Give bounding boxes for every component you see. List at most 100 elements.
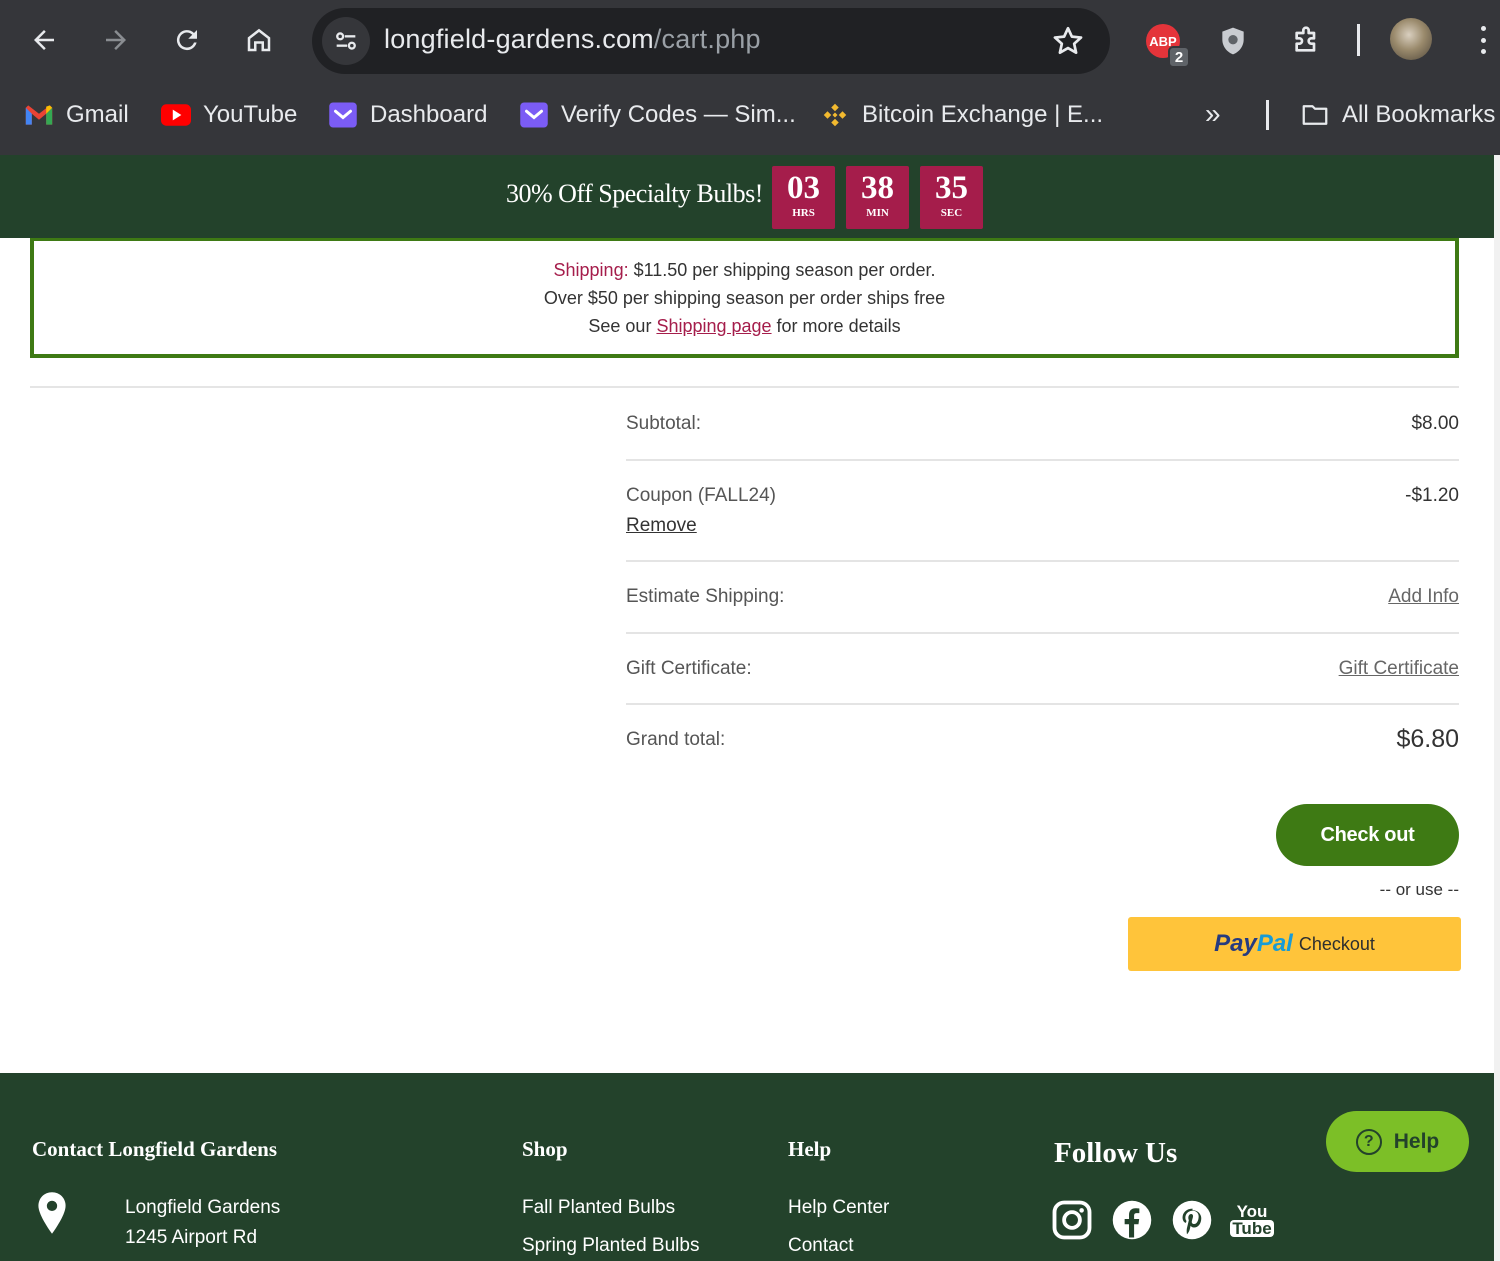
- pinterest-link[interactable]: [1170, 1198, 1214, 1242]
- question-icon: ?: [1355, 1128, 1382, 1155]
- coupon-value: -$1.20: [1405, 485, 1459, 506]
- paypal-logo-pal: Pal: [1256, 930, 1293, 957]
- countdown-minutes: 38 MIN: [846, 166, 909, 229]
- shipping-line-3: See our Shipping page for more details: [588, 316, 901, 336]
- site-footer: Contact Longfield Gardens Longfield Gard…: [0, 1073, 1500, 1261]
- url-text[interactable]: longfield-gardens.com/cart.php: [384, 24, 761, 55]
- help-widget-button[interactable]: ? Help: [1326, 1111, 1469, 1172]
- divider: [626, 632, 1459, 634]
- profile-avatar[interactable]: [1390, 18, 1432, 60]
- countdown-hours: 03 HRS: [772, 166, 835, 229]
- site-info-button[interactable]: [322, 17, 370, 65]
- facebook-link[interactable]: [1110, 1198, 1154, 1242]
- footer-link-spring-bulbs[interactable]: Spring Planted Bulbs: [522, 1235, 699, 1257]
- promo-banner: 30% Off Specialty Bulbs! 03 HRS 38 MIN 3…: [0, 155, 1494, 238]
- footer-link-help-center[interactable]: Help Center: [788, 1197, 889, 1219]
- browser-chrome: longfield-gardens.com/cart.php ABP 2 Gmai…: [0, 0, 1500, 155]
- countdown-unit: HRS: [792, 207, 815, 219]
- gift-certificate-link[interactable]: Gift Certificate: [1339, 658, 1459, 680]
- remove-coupon-link[interactable]: Remove: [626, 515, 697, 537]
- paypal-checkout-button[interactable]: Pay Pal Checkout: [1128, 917, 1461, 971]
- paypal-checkout-label: Checkout: [1298, 933, 1375, 954]
- divider: [626, 459, 1459, 461]
- help-heading: Help: [788, 1137, 832, 1161]
- contact-line: 1245 Airport Rd: [125, 1227, 258, 1248]
- shipping-info-box: Shipping: $11.50 per shipping season per…: [30, 238, 1459, 358]
- subtotal-value: $8.00: [1411, 413, 1459, 434]
- bookmarks-overflow-button[interactable]: »: [1205, 98, 1221, 130]
- home-button[interactable]: [235, 16, 283, 64]
- browser-menu-button[interactable]: [1468, 20, 1498, 60]
- home-icon: [247, 28, 271, 52]
- facebook-icon: [1112, 1200, 1152, 1240]
- mail-icon: [519, 100, 549, 130]
- forward-button[interactable]: [92, 16, 140, 64]
- reload-icon: [176, 30, 197, 51]
- youtube-link[interactable]: You Tube: [1230, 1198, 1274, 1242]
- follow-us-heading: Follow Us: [1054, 1137, 1178, 1169]
- bookmark-dashboard[interactable]: Dashboard: [328, 96, 487, 134]
- contact-line: Longfield Gardens: [125, 1197, 281, 1218]
- pinterest-icon: [1172, 1200, 1212, 1240]
- youtube-icon: [161, 100, 191, 130]
- arrow-left-icon: [34, 30, 54, 50]
- help-widget-label: Help: [1393, 1129, 1440, 1153]
- url-domain: longfield-gardens.com: [384, 24, 654, 54]
- folder-icon: [1300, 100, 1330, 130]
- paypal-logo-pay: Pay: [1214, 930, 1257, 957]
- browser-toolbar: longfield-gardens.com/cart.php ABP 2: [0, 0, 1500, 82]
- countdown-unit: MIN: [866, 207, 889, 219]
- toolbar-divider: [1357, 24, 1360, 56]
- instagram-link[interactable]: [1050, 1198, 1094, 1242]
- bookmarks-bar: Gmail YouTube Dashboard Verify Codes — S…: [0, 90, 1500, 140]
- footer-link-contact[interactable]: Contact: [788, 1235, 853, 1257]
- youtube-icon: You: [1236, 1202, 1268, 1221]
- bookmark-verify-codes[interactable]: Verify Codes — Sim...: [519, 96, 796, 134]
- shipping-line-1: Shipping: $11.50 per shipping season per…: [553, 260, 936, 280]
- add-info-link[interactable]: Add Info: [1388, 586, 1459, 608]
- subtotal-label: Subtotal:: [626, 413, 701, 434]
- countdown-seconds: 35 SEC: [920, 166, 983, 229]
- reload-button[interactable]: [163, 16, 211, 64]
- footer-link-fall-bulbs[interactable]: Fall Planted Bulbs: [522, 1197, 675, 1219]
- shipping-page-link[interactable]: Shipping page: [656, 316, 771, 336]
- instagram-icon: [1052, 1200, 1092, 1240]
- adblock-icon: ABP 2: [1146, 24, 1190, 68]
- coupon-label: Coupon (FALL24): [626, 485, 776, 506]
- contact-heading: Contact Longfield Gardens: [32, 1137, 278, 1161]
- grand-total-label: Grand total:: [626, 729, 726, 750]
- arrow-right-icon: [106, 30, 126, 50]
- tune-icon: [336, 32, 356, 50]
- binance-icon: [820, 100, 850, 130]
- all-bookmarks-button[interactable]: All Bookmarks: [1300, 96, 1495, 134]
- location-pin-icon: [38, 1192, 66, 1234]
- countdown-unit: SEC: [940, 207, 963, 219]
- gmail-icon: [24, 100, 54, 130]
- bookmarks-divider: [1266, 100, 1269, 130]
- checkout-button[interactable]: Check out: [1276, 804, 1459, 866]
- bookmark-gmail[interactable]: Gmail: [24, 96, 129, 134]
- mail-icon: [328, 100, 358, 130]
- star-icon: [1053, 26, 1083, 55]
- countdown-number: 35: [935, 170, 968, 206]
- divider: [626, 703, 1459, 705]
- youtube-tube-label: Tube: [1230, 1219, 1274, 1238]
- countdown-number: 38: [861, 170, 894, 206]
- grand-total-value: $6.80: [1396, 725, 1459, 753]
- shipping-label: Shipping:: [553, 260, 629, 280]
- back-button[interactable]: [20, 16, 68, 64]
- countdown-number: 03: [787, 170, 820, 206]
- divider: [626, 560, 1459, 562]
- shield-extension[interactable]: [1210, 18, 1256, 64]
- promo-text: 30% Off Specialty Bulbs!: [506, 179, 763, 208]
- shipping-estimate-label: Estimate Shipping:: [626, 586, 785, 607]
- bookmark-youtube[interactable]: YouTube: [161, 96, 297, 134]
- bookmark-star-button[interactable]: [1050, 23, 1086, 59]
- shield-icon: [1222, 27, 1244, 55]
- extension-badge: 2: [1168, 46, 1190, 68]
- extensions-button[interactable]: [1283, 18, 1329, 64]
- address-bar[interactable]: longfield-gardens.com/cart.php: [312, 8, 1110, 74]
- adblock-extension[interactable]: ABP 2: [1140, 18, 1190, 68]
- bookmark-bitcoin-exchange[interactable]: Bitcoin Exchange | E...: [820, 96, 1103, 134]
- page-scrollbar[interactable]: [1494, 155, 1500, 1261]
